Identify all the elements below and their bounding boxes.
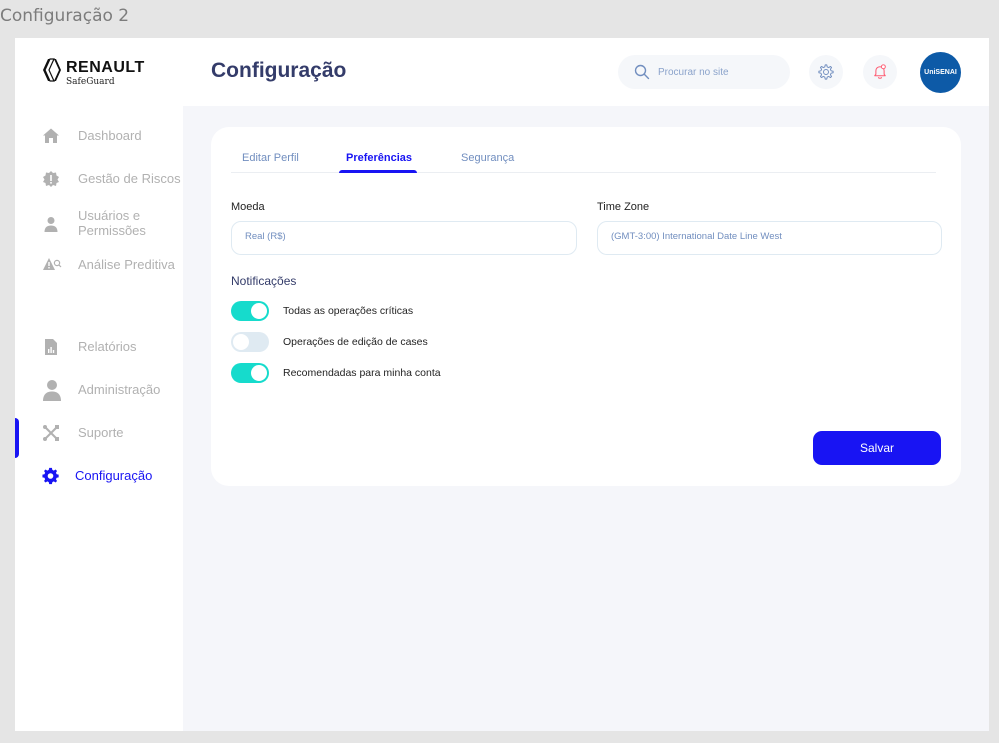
notification-label: Operações de edição de cases	[283, 336, 428, 348]
timezone-field[interactable]	[597, 221, 942, 255]
sidebar-item-configuracao[interactable]: Configuração	[15, 462, 183, 490]
sidebar-item-administracao[interactable]: Administração	[15, 376, 183, 404]
top-header: RENAULT SafeGuard Configuração Procurar …	[15, 38, 989, 106]
tab-seguranca[interactable]: Segurança	[461, 152, 514, 164]
notifications-title: Notificações	[231, 274, 297, 288]
sidebar-item-usuarios[interactable]: Usuários e Permissões	[15, 208, 183, 240]
admin-icon	[43, 380, 61, 401]
search-icon	[634, 64, 650, 80]
search-bar[interactable]	[618, 55, 790, 89]
home-icon	[43, 128, 59, 143]
sidebar-item-analise-preditiva[interactable]: Análise Preditiva	[15, 251, 183, 279]
active-indicator	[15, 418, 19, 458]
notification-label: Recomendadas para minha conta	[283, 367, 441, 379]
notifications-button[interactable]	[863, 55, 897, 89]
toggle-knob	[251, 303, 267, 319]
bell-icon	[874, 64, 886, 79]
toggle-switch[interactable]	[231, 301, 269, 321]
active-tab-underline	[339, 170, 417, 173]
settings-button[interactable]	[809, 55, 843, 89]
sidebar-item-suporte[interactable]: Suporte	[15, 419, 183, 447]
notification-row: Recomendadas para minha conta	[231, 363, 631, 383]
search-input[interactable]	[658, 63, 778, 81]
tab-bar: Editar Perfil Preferências Segurança	[231, 149, 936, 173]
toggle-switch[interactable]	[231, 363, 269, 383]
sidebar-item-label: Usuários e Permissões	[78, 208, 146, 238]
notification-label: Todas as operações críticas	[283, 305, 414, 317]
sidebar-item-relatorios[interactable]: Relatórios	[15, 333, 183, 361]
toggle-knob	[251, 365, 267, 381]
page-title: Configuração	[211, 59, 347, 82]
user-icon	[44, 217, 58, 232]
sidebar-item-label: Análise Preditiva	[78, 257, 175, 272]
toggle-switch[interactable]	[231, 332, 269, 352]
sidebar-item-gestao-de-riscos[interactable]: Gestão de Riscos	[15, 165, 183, 193]
avatar-text: UniSENAI	[924, 69, 957, 76]
sidebar-item-label: Gestão de Riscos	[78, 171, 181, 186]
currency-input[interactable]	[245, 231, 545, 242]
avatar[interactable]: UniSENAI	[920, 52, 961, 93]
brand-sub: SafeGuard	[66, 77, 115, 87]
sidebar-item-dashboard[interactable]: Dashboard	[15, 122, 183, 150]
gear-icon	[818, 64, 834, 80]
warning-search-icon	[43, 258, 62, 270]
sidebar-item-label: Suporte	[78, 425, 124, 440]
renault-diamond-icon	[43, 58, 61, 82]
currency-field[interactable]	[231, 221, 577, 255]
sidebar-item-label: Dashboard	[78, 128, 142, 143]
timezone-label: Time Zone	[597, 201, 650, 213]
frame-label: Configuração 2	[0, 6, 130, 26]
gear-icon	[42, 467, 59, 485]
tools-icon	[43, 425, 59, 441]
toggle-knob	[233, 334, 249, 350]
timezone-input[interactable]	[611, 231, 911, 242]
save-button[interactable]: Salvar	[813, 431, 941, 465]
currency-label: Moeda	[231, 201, 265, 213]
brand-name: RENAULT	[66, 59, 145, 76]
sidebar-item-label: Administração	[78, 382, 161, 397]
report-icon	[45, 339, 57, 355]
tab-preferencias[interactable]: Preferências	[346, 152, 412, 164]
sidebar-item-label: Configuração	[75, 468, 153, 483]
sidebar-item-label: Relatórios	[78, 339, 137, 354]
app-window: RENAULT SafeGuard Configuração Procurar …	[15, 38, 989, 731]
tab-editar-perfil[interactable]: Editar Perfil	[242, 152, 299, 164]
sidebar: Dashboard Gestão de Riscos Usuários e Pe…	[15, 106, 183, 731]
settings-card: Editar Perfil Preferências Segurança Moe…	[211, 127, 961, 486]
risk-icon	[43, 171, 59, 187]
notification-row: Todas as operações críticas	[231, 301, 631, 321]
brand-logo[interactable]: RENAULT SafeGuard	[42, 57, 162, 89]
notification-row: Operações de edição de cases	[231, 332, 631, 352]
